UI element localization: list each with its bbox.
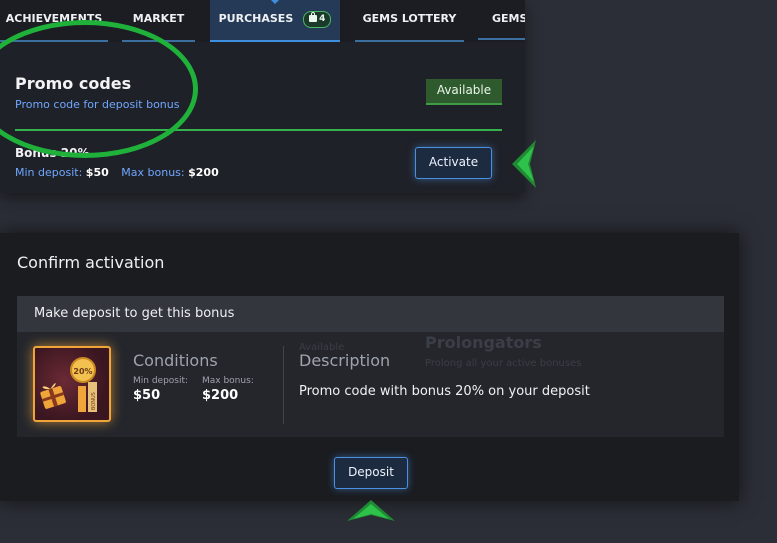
pointer-arrow-up-icon: [347, 500, 395, 521]
min-deposit-label: Min deposit:: [15, 166, 83, 179]
deposit-button[interactable]: Deposit: [334, 457, 408, 489]
purchases-count-badge: 4: [303, 10, 332, 28]
pointer-arrow-icon: [512, 140, 536, 188]
conditions-title: Conditions: [133, 351, 218, 370]
tab-gems[interactable]: GEMS: [478, 0, 525, 40]
vertical-divider: [283, 346, 284, 424]
bonus-meta: Min deposit: $50 Max bonus: $200: [15, 166, 228, 179]
activate-button[interactable]: Activate: [415, 147, 492, 179]
tab-purchases[interactable]: PURCHASES 4: [210, 0, 340, 42]
icon-percent-text: 20%: [73, 367, 92, 376]
status-badge: Available: [426, 79, 502, 105]
tab-gems-lottery[interactable]: GEMS LOTTERY: [355, 0, 464, 42]
modal-title: Confirm activation: [17, 253, 165, 272]
max-bonus-label: Max bonus:: [202, 376, 254, 386]
min-deposit-label: Min deposit:: [133, 376, 189, 386]
bonus-details-card: Make deposit to get this bonus Available…: [17, 296, 724, 437]
description-text: Promo code with bonus 20% on your deposi…: [299, 384, 590, 399]
tab-label: MARKET: [132, 12, 185, 25]
description-title: Description: [299, 351, 391, 370]
tab-label: PURCHASES: [218, 12, 294, 25]
min-deposit-value: $50: [85, 166, 109, 179]
badge-count: 4: [319, 13, 326, 24]
max-bonus-value: $200: [188, 166, 219, 179]
bag-icon: [309, 11, 318, 22]
card-header: Make deposit to get this bonus: [17, 296, 724, 332]
background-prolongators-title: Prolongators: [425, 333, 542, 352]
background-prolongators-subtitle: Prolong all your active bonuses: [425, 358, 582, 369]
active-tab-caret-icon: [270, 0, 280, 4]
min-deposit-value: $50: [133, 388, 161, 403]
tab-label: GEMS LOTTERY: [362, 12, 457, 25]
confirm-activation-modal: Confirm activation Make deposit to get t…: [0, 233, 739, 501]
max-bonus-value: $200: [202, 388, 239, 403]
icon-bonus-text: BONUS: [91, 392, 97, 410]
tab-label: GEMS: [492, 12, 525, 25]
max-bonus-label: Max bonus:: [121, 166, 185, 179]
bonus-gift-icon: 20% BONUS: [33, 346, 111, 422]
